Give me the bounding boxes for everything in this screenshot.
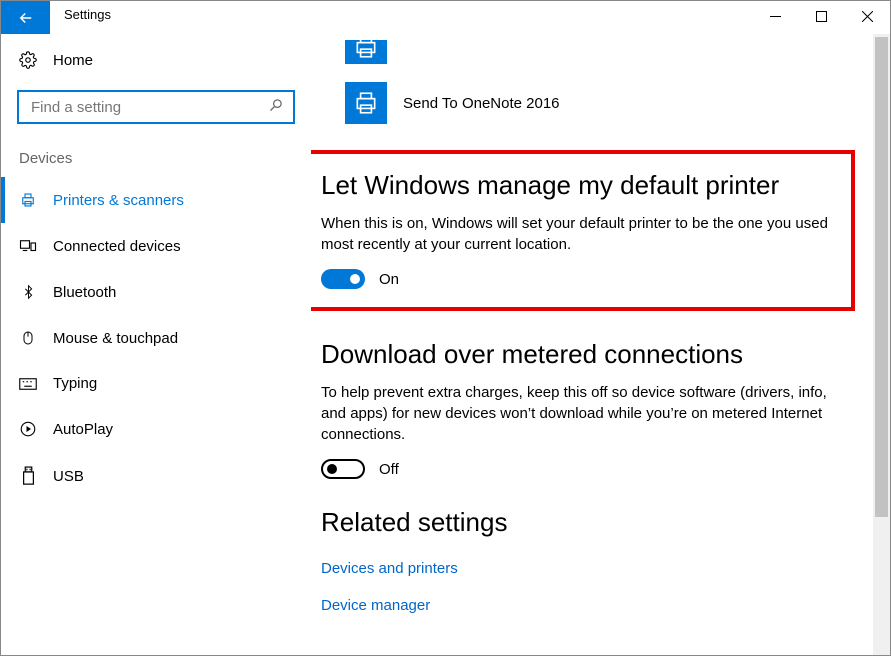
category-header: Devices (1, 144, 311, 177)
toggle-default-printer[interactable] (321, 269, 365, 289)
bluetooth-icon (19, 283, 37, 301)
printer-tile-icon (345, 82, 387, 124)
printer-icon (19, 191, 37, 209)
sidebar-item-printers-scanners[interactable]: Printers & scanners (1, 177, 311, 223)
sidebar-item-label: AutoPlay (53, 421, 113, 438)
section-heading: Let Windows manage my default printer (321, 170, 831, 201)
section-heading: Download over metered connections (321, 339, 843, 370)
link-devices-printers[interactable]: Devices and printers (321, 550, 843, 587)
printer-list-item-onenote[interactable]: Send To OneNote 2016 (345, 76, 843, 130)
home-button[interactable]: Home (1, 42, 311, 78)
sidebar-item-label: Bluetooth (53, 284, 116, 301)
minimize-icon (770, 11, 781, 22)
sidebar-item-autoplay[interactable]: AutoPlay (1, 406, 311, 452)
window-title: Settings (50, 1, 752, 28)
printer-tile-icon (345, 40, 387, 64)
printer-item-label: Send To OneNote 2016 (403, 95, 560, 112)
home-label: Home (53, 52, 93, 69)
sidebar-item-connected-devices[interactable]: Connected devices (1, 223, 311, 269)
maximize-icon (816, 11, 827, 22)
sidebar: Home Devices Printers & scanners Connect… (1, 34, 311, 655)
printer-list-item-partial[interactable] (345, 34, 843, 70)
usb-icon (19, 466, 37, 486)
sidebar-item-typing[interactable]: Typing (1, 361, 311, 406)
gear-icon (19, 51, 37, 69)
minimize-button[interactable] (752, 1, 798, 32)
search-icon (268, 98, 283, 117)
back-button[interactable] (1, 1, 50, 34)
toggle-metered[interactable] (321, 459, 365, 479)
link-device-manager[interactable]: Device manager (321, 587, 843, 624)
section-default-printer: Let Windows manage my default printer Wh… (311, 150, 855, 311)
section-description: To help prevent extra charges, keep this… (321, 382, 843, 445)
sidebar-item-label: USB (53, 468, 84, 485)
sidebar-item-label: Mouse & touchpad (53, 330, 178, 347)
keyboard-icon (19, 377, 37, 391)
section-description: When this is on, Windows will set your d… (321, 213, 831, 255)
sidebar-item-usb[interactable]: USB (1, 452, 311, 500)
close-icon (862, 11, 873, 22)
scrollbar[interactable] (873, 34, 890, 655)
section-related: Related settings Devices and printers De… (321, 507, 843, 624)
close-button[interactable] (844, 1, 890, 32)
titlebar: Settings (1, 1, 890, 34)
toggle-state-label: Off (379, 461, 399, 478)
section-heading: Related settings (321, 507, 843, 538)
window-controls (752, 1, 890, 32)
sidebar-item-label: Printers & scanners (53, 192, 184, 209)
mouse-icon (19, 329, 37, 347)
scrollbar-thumb[interactable] (875, 37, 888, 517)
sidebar-item-label: Typing (53, 375, 97, 392)
maximize-button[interactable] (798, 1, 844, 32)
search-input-container[interactable] (17, 90, 295, 124)
sidebar-item-mouse-touchpad[interactable]: Mouse & touchpad (1, 315, 311, 361)
search-input[interactable] (29, 98, 268, 117)
arrow-left-icon (17, 9, 35, 27)
devices-icon (19, 237, 37, 255)
sidebar-item-bluetooth[interactable]: Bluetooth (1, 269, 311, 315)
section-metered: Download over metered connections To hel… (321, 339, 843, 479)
toggle-state-label: On (379, 271, 399, 288)
sidebar-item-label: Connected devices (53, 238, 181, 255)
main-content: Send To OneNote 2016 Let Windows manage … (311, 34, 873, 655)
autoplay-icon (19, 420, 37, 438)
